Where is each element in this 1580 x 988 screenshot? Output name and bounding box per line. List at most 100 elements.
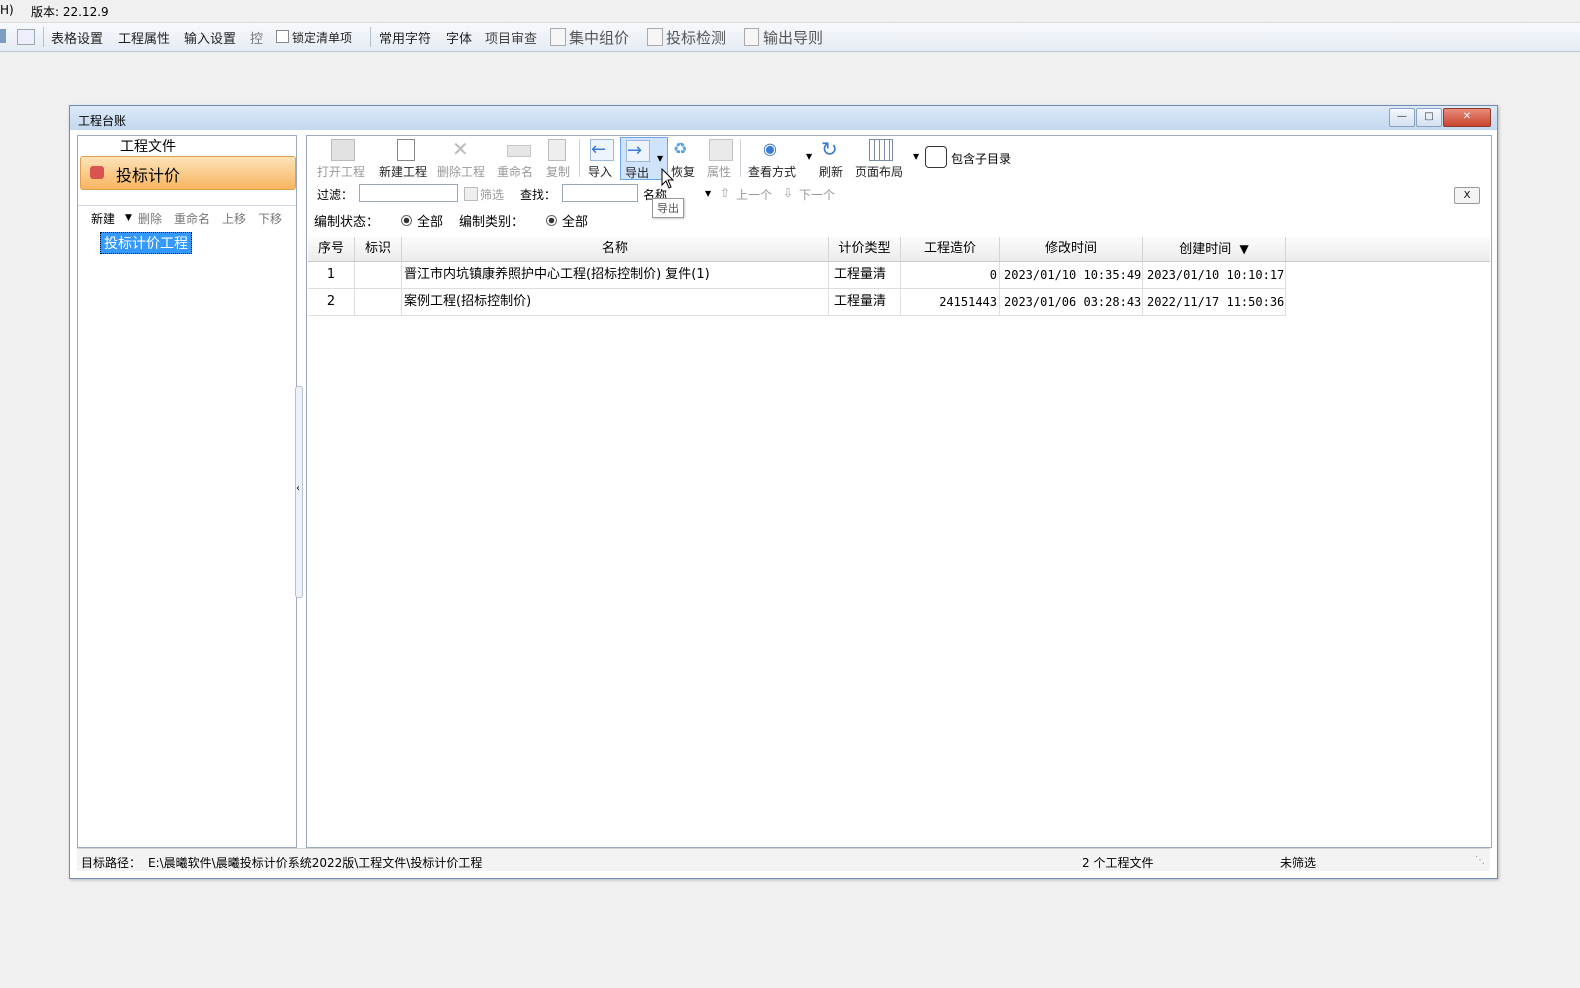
new-project-button[interactable]: 新建工程 (379, 136, 431, 180)
central-pricing-icon (550, 28, 566, 46)
common-chars-button[interactable]: 常用字符 (379, 28, 431, 47)
cell-seq: 1 (308, 262, 355, 288)
filter-input[interactable] (359, 184, 458, 202)
new-button[interactable]: 新建 (91, 210, 115, 227)
tree-node-bid-project[interactable]: 投标计价工程 (100, 232, 192, 254)
project-props-button[interactable]: 工程属性 (118, 28, 170, 47)
delete-icon: ✕ (452, 137, 469, 161)
export-icon: → (626, 140, 650, 162)
properties-button[interactable]: 属性 (705, 136, 735, 180)
col-modified[interactable]: 修改时间 (1000, 237, 1143, 261)
table-header: 序号 标识 名称 计价类型 工程造价 修改时间 创建时间 ▼ (308, 237, 1490, 262)
table-settings-button[interactable]: 表格设置 (51, 28, 103, 47)
include-sub-label: 包含子目录 (951, 152, 1012, 166)
maximize-button[interactable]: □ (1416, 108, 1442, 127)
delete-project-button[interactable]: ✕ 删除工程 (437, 136, 489, 180)
view-mode-button[interactable]: ◉ 查看方式 ▼ (747, 136, 812, 180)
file-count: 2 个工程文件 (1082, 856, 1154, 870)
filter-state: 未筛选 (1280, 856, 1317, 870)
bid-pricing-icon (90, 166, 104, 179)
eye-icon: ◉ (763, 139, 777, 158)
type-option-label: 全部 (562, 215, 589, 230)
main-toolbar: 表格设置 工程属性 输入设置 控 锁定清单项 常用字符 字体 项目审查 集中组价… (0, 23, 1580, 52)
find-field-dropdown-icon[interactable]: ▼ (705, 189, 711, 198)
copy-icon (548, 139, 566, 161)
filter-icon (464, 187, 478, 201)
cell-price-type: 工程量清 (829, 289, 901, 315)
col-created[interactable]: 创建时间 ▼ (1143, 237, 1286, 261)
font-button[interactable]: 字体 (446, 28, 472, 47)
app-title-bar: H) 版本: 22.12.9 (0, 0, 1580, 23)
central-pricing-button[interactable]: 集中组价 (569, 27, 629, 48)
rename-button[interactable]: 重命名 (174, 210, 210, 227)
rename-project-button[interactable]: 重命名 (497, 136, 537, 180)
import-button[interactable]: ← 导入 (586, 136, 616, 180)
refresh-button[interactable]: ↻ 刷新 (817, 136, 847, 180)
export-guide-button[interactable]: 输出导则 (763, 27, 823, 48)
col-price-type[interactable]: 计价类型 (829, 237, 901, 261)
project-review-button[interactable]: 项目审查 (485, 28, 537, 47)
col-name[interactable]: 名称 (402, 237, 829, 261)
cell-name: 案例工程(招标控制价) (402, 289, 829, 315)
prev-button[interactable]: 上一个 (736, 186, 772, 203)
collapse-left-icon: ‹ (296, 483, 300, 494)
bid-check-button[interactable]: 投标检测 (666, 27, 726, 48)
status-label: 编制状态： (314, 215, 380, 230)
move-up-button[interactable]: 上移 (222, 210, 246, 227)
rename-icon (507, 145, 531, 157)
type-radio-all[interactable] (546, 215, 557, 226)
arrow-up-icon: ⇧ (720, 186, 731, 200)
open-project-button[interactable]: 打开工程 (317, 136, 369, 180)
find-input[interactable] (562, 184, 638, 202)
cell-name: 晋江市内坑镇康养照护中心工程(招标控制价) 复件(1) (402, 262, 829, 288)
nav-item-bid-pricing[interactable]: 投标计价 (80, 156, 296, 190)
move-down-button[interactable]: 下移 (258, 210, 282, 227)
minimize-button[interactable]: — (1389, 108, 1415, 127)
grid-icon[interactable] (0, 29, 6, 43)
new-dropdown-icon[interactable]: ▼ (125, 213, 132, 223)
arrow-down-icon: ⇩ (783, 186, 794, 200)
exit-icon[interactable] (17, 29, 35, 45)
table-row[interactable]: 2 案例工程(招标控制价) 工程量清 24151443 2023/01/06 0… (308, 289, 1286, 316)
export-dropdown-icon[interactable]: ▼ (657, 154, 663, 163)
control-button[interactable]: 控 (250, 28, 263, 47)
cell-created: 2023/01/10 10:10:17 (1143, 262, 1286, 288)
include-sub-checkbox[interactable] (925, 146, 947, 168)
col-seq[interactable]: 序号 (308, 237, 355, 261)
export-tooltip: 导出 (652, 198, 684, 218)
new-file-icon (397, 139, 415, 161)
input-settings-button[interactable]: 输入设置 (184, 28, 236, 47)
dialog-title: 工程台账 (78, 114, 127, 128)
resize-grip-icon[interactable]: ⋱ (1475, 855, 1485, 866)
cell-flag (355, 262, 402, 288)
view-mode-dropdown-icon[interactable]: ▼ (806, 152, 812, 161)
cell-created: 2022/11/17 11:50:36 (1143, 289, 1286, 315)
cell-modified: 2023/01/10 10:35:49 (1000, 262, 1143, 288)
delete-button[interactable]: 删除 (138, 210, 162, 227)
page-layout-button[interactable]: 页面布局 ▼ (855, 136, 919, 180)
copy-project-button[interactable]: 复制 (544, 136, 574, 180)
type-label: 编制类别： (459, 215, 525, 230)
cell-seq: 2 (308, 289, 355, 315)
sort-desc-icon: ▼ (1239, 242, 1249, 256)
filter-button[interactable]: 筛选 (480, 186, 504, 203)
col-cost[interactable]: 工程造价 (901, 237, 1000, 261)
col-flag[interactable]: 标识 (355, 237, 402, 261)
next-button[interactable]: 下一个 (799, 186, 835, 203)
table-row[interactable]: 1 晋江市内坑镇康养照护中心工程(招标控制价) 复件(1) 工程量清 0 202… (308, 262, 1286, 289)
cell-cost: 24151443 (901, 289, 1000, 315)
page-layout-dropdown-icon[interactable]: ▼ (913, 152, 919, 161)
status-radio-all[interactable] (401, 215, 412, 226)
nav-header[interactable]: 工程文件 (120, 136, 176, 156)
left-toolbar: 新建 ▼ 删除 重命名 上移 下移 (78, 208, 296, 228)
cell-modified: 2023/01/06 03:28:43 (1000, 289, 1143, 315)
panel-splitter[interactable]: ‹ (295, 386, 303, 598)
close-filter-button[interactable]: X (1454, 187, 1480, 204)
lock-list-checkbox[interactable] (276, 30, 289, 43)
close-button[interactable]: ✕ (1443, 108, 1491, 127)
lock-list-label: 锁定清单项 (292, 31, 353, 45)
menu-fragment[interactable]: H) (0, 3, 14, 17)
status-bar: 目标路径： E:\晨曦软件\晨曦投标计价系统2022版\工程文件\投标计价工程 … (77, 848, 1490, 871)
find-label: 查找： (520, 188, 557, 202)
bid-check-icon (647, 28, 663, 46)
